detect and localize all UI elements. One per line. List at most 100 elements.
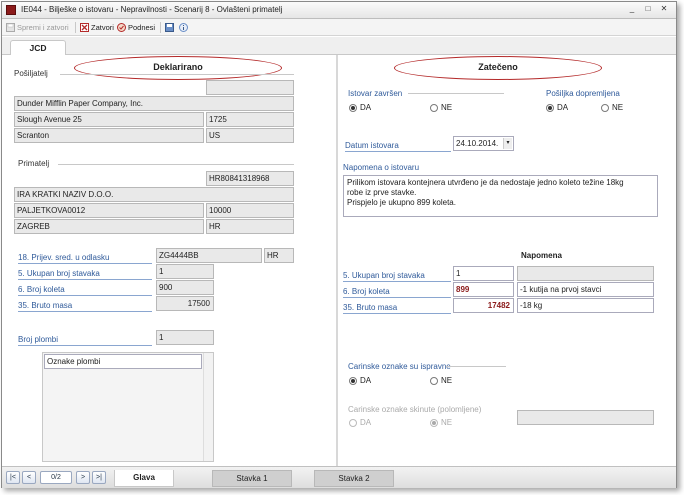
tab-stavka-2[interactable]: Stavka 2 (314, 470, 394, 487)
radio-dot (349, 103, 357, 112)
gross-mass-field[interactable]: 17500 (156, 296, 214, 311)
shipment-complete-label: Pošiljka dopremljena (546, 89, 620, 98)
recipient-street-field[interactable]: PALJETKOVA0012 (14, 203, 204, 218)
radio-label: NE (441, 376, 453, 385)
found-packages-field[interactable]: 899 (453, 282, 514, 297)
unloading-note-line-1: Prilikom istovara kontejnera utvrđeno je… (347, 178, 624, 187)
unloading-note-field[interactable]: Prilikom istovara kontejnera utvrđeno je… (343, 175, 658, 217)
sender-id-field[interactable] (206, 80, 294, 95)
toolbar-separator (160, 22, 161, 33)
unloading-done-no-radio[interactable]: NE (430, 103, 452, 112)
radio-label: DA (360, 103, 372, 112)
radio-dot (601, 103, 609, 112)
transport-country-field[interactable]: HR (264, 248, 294, 263)
seals-removed-label: Carinske oznake skinute (polomljene) (348, 405, 482, 414)
packages-label: 6. Broj koleta (18, 285, 65, 294)
main-window: IE044 - Bilješke o istovaru - Nepravilno… (1, 1, 677, 488)
recipient-label: Primatelj (18, 159, 50, 168)
sender-postcode-field[interactable]: 1725 (206, 112, 294, 127)
pager-field[interactable]: 0/2 (40, 471, 72, 484)
first-record-button[interactable]: |< (6, 471, 20, 484)
content-area: Deklarirano Pošiljatelj Dunder Mifflin P… (2, 55, 676, 466)
found-packages-note[interactable]: -1 kutija na prvoj stavci (517, 282, 654, 297)
toolbar: Spremi i zatvori Zatvori Podnesi (2, 19, 676, 36)
radio-label: DA (557, 103, 569, 112)
sender-country-field[interactable]: US (206, 128, 294, 143)
seal-marks-box[interactable]: Oznake plombi (42, 352, 214, 462)
seals-removed-note[interactable] (517, 410, 654, 425)
chevron-down-icon[interactable]: ▾ (503, 138, 512, 149)
recipient-name-field[interactable]: IRA KRATKI NAZIV D.O.O. (14, 187, 294, 202)
sender-group-line (60, 74, 294, 75)
minimize-button[interactable]: _ (626, 4, 638, 15)
info-button[interactable] (179, 22, 188, 33)
unloading-date-field[interactable]: 24.10.2014. ▾ (453, 136, 514, 151)
tab-glava[interactable]: Glava (114, 470, 174, 487)
found-items-count-field[interactable]: 1 (453, 266, 514, 281)
save-close-icon (6, 23, 15, 32)
submit-label: Podnesi (128, 23, 156, 32)
prev-record-button[interactable]: < (22, 471, 36, 484)
maximize-button[interactable]: □ (642, 4, 654, 15)
seal-marks-scrollbar[interactable] (203, 353, 213, 461)
tab-jcd[interactable]: JCD (10, 40, 66, 56)
unloading-date-underline (345, 151, 451, 152)
disk-button[interactable] (165, 22, 174, 33)
shipment-complete-no-radio[interactable]: NE (601, 103, 623, 112)
packages-field[interactable]: 900 (156, 280, 214, 295)
next-record-button[interactable]: > (76, 471, 90, 484)
found-heading: Zatečeno (478, 62, 518, 72)
submit-button[interactable]: Podnesi (117, 22, 155, 33)
submit-icon (117, 23, 126, 32)
items-count-field[interactable]: 1 (156, 264, 214, 279)
radio-dot (430, 103, 438, 112)
seals-ok-label: Carinske oznake su ispravne (348, 362, 451, 371)
found-gross-mass-field[interactable]: 17482 (453, 298, 514, 313)
recipient-id-field[interactable]: HR80841318968 (206, 171, 294, 186)
toolbar-separator (75, 22, 76, 33)
transport-underline (18, 263, 152, 264)
last-record-button[interactable]: >| (92, 471, 106, 484)
unloading-done-yes-radio[interactable]: DA (349, 103, 371, 112)
recipient-postcode-field[interactable]: 10000 (206, 203, 294, 218)
seals-count-field[interactable]: 1 (156, 330, 214, 345)
found-packages-underline (343, 297, 451, 298)
app-icon (6, 5, 16, 15)
save-close-button[interactable]: Spremi i zatvori (6, 22, 69, 33)
first-icon: |< (10, 474, 16, 481)
sender-name-field[interactable]: Dunder Mifflin Paper Company, Inc. (14, 96, 294, 111)
found-items-count-note[interactable] (517, 266, 654, 281)
close-button[interactable]: Zatvori (80, 22, 114, 33)
seal-marks-header: Oznake plombi (44, 354, 202, 369)
shipment-complete-yes-radio[interactable]: DA (546, 103, 568, 112)
seals-ok-yes-radio[interactable]: DA (349, 376, 371, 385)
recipient-country-field[interactable]: HR (206, 219, 294, 234)
column-divider (336, 55, 338, 466)
unloading-date-value: 24.10.2014. (456, 139, 499, 148)
recipient-group-line (58, 164, 294, 165)
radio-label: DA (360, 418, 372, 427)
window-title: IE044 - Bilješke o istovaru - Nepravilno… (21, 5, 283, 14)
seals-removed-no-radio[interactable]: NE (430, 418, 452, 427)
info-icon (179, 23, 188, 32)
declared-heading: Deklarirano (153, 62, 203, 72)
close-icon (80, 23, 89, 32)
disk-icon (165, 23, 174, 32)
tab-stavka-1[interactable]: Stavka 1 (212, 470, 292, 487)
recipient-city-field[interactable]: ZAGREB (14, 219, 204, 234)
unloading-note-label: Napomena o istovaru (343, 163, 420, 172)
seals-ok-no-radio[interactable]: NE (430, 376, 452, 385)
transport-label: 18. Prijev. sred. u odlasku (18, 253, 110, 262)
found-gross-mass-label: 35. Bruto masa (343, 303, 398, 312)
radio-label: NE (612, 103, 624, 112)
close-window-button[interactable]: ✕ (658, 4, 670, 15)
sender-city-field[interactable]: Scranton (14, 128, 204, 143)
seals-count-label: Broj plombi (18, 335, 59, 344)
radio-label: DA (360, 376, 372, 385)
note-column-heading: Napomena (521, 251, 562, 260)
found-gross-mass-note[interactable]: -18 kg (517, 298, 654, 313)
sender-street-field[interactable]: Slough Avenue 25 (14, 112, 204, 127)
seals-removed-yes-radio[interactable]: DA (349, 418, 371, 427)
transport-field[interactable]: ZG4444BB (156, 248, 262, 263)
title-bar: IE044 - Bilješke o istovaru - Nepravilno… (2, 2, 676, 19)
